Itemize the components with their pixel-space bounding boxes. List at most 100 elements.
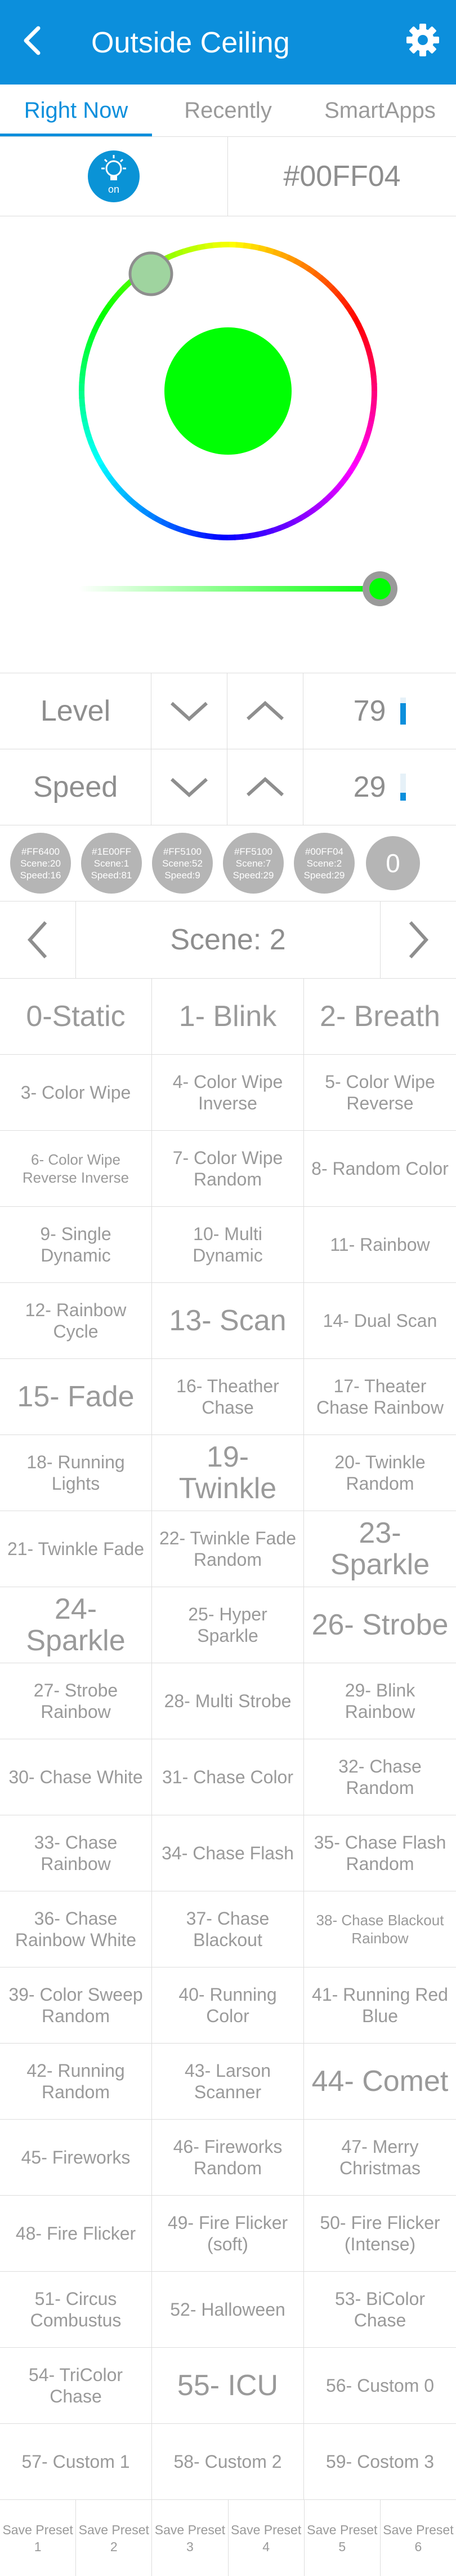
back-button[interactable] [21,24,44,57]
effect-button[interactable]: 8- Random Color [304,1131,456,1207]
effect-button[interactable]: 24- Sparkle [0,1587,152,1663]
effect-button[interactable]: 44- Comet [304,2044,456,2120]
effect-button[interactable]: 13- Scan [152,1283,304,1359]
effect-button[interactable]: 18- Running Lights [0,1435,152,1511]
chevron-up-icon [245,776,285,798]
effect-button[interactable]: 34- Chase Flash [152,1815,304,1891]
effect-button[interactable]: 29- Blink Rainbow [304,1663,456,1739]
effect-button[interactable]: 23- Sparkle [304,1511,456,1587]
effect-button[interactable]: 48- Fire Flicker [0,2196,152,2272]
effect-button[interactable]: 3- Color Wipe [0,1055,152,1131]
saved-scenes-row: #FF6400Scene:20Speed:16 #1E00FFScene:1Sp… [0,825,456,901]
brightness-slider-track[interactable] [79,586,380,592]
scene-selector: Scene: 2 [0,901,456,979]
effect-button[interactable]: 45- Fireworks [0,2120,152,2196]
previous-scene-button[interactable] [0,901,76,978]
save-preset-1-button[interactable]: Save Preset 1 [0,2500,76,2576]
effect-button[interactable]: 21- Twinkle Fade [0,1511,152,1587]
settings-button[interactable] [405,23,440,57]
effect-button[interactable]: 14- Dual Scan [304,1283,456,1359]
effect-button[interactable]: 1- Blink [152,979,304,1055]
app-header: Outside Ceiling [0,0,456,85]
effect-button[interactable]: 27- Strobe Rainbow [0,1663,152,1739]
effect-button[interactable]: 39- Color Sweep Random [0,1967,152,2044]
effect-button[interactable]: 56- Custom 0 [304,2348,456,2424]
effect-button[interactable]: 54- TriColor Chase [0,2348,152,2424]
effect-button[interactable]: 52- Halloween [152,2272,304,2348]
effect-button[interactable]: 49- Fire Flicker (soft) [152,2196,304,2272]
effect-button[interactable]: 32- Chase Random [304,1739,456,1815]
effect-button[interactable]: 42- Running Random [0,2044,152,2120]
tab-smartapps[interactable]: SmartApps [304,85,456,136]
color-preview-swatch [164,327,292,455]
effect-button[interactable]: 36- Chase Rainbow White [0,1891,152,1967]
speed-decrease-button[interactable] [151,749,227,825]
level-row: Level 79 [0,673,456,749]
effect-button[interactable]: 28- Multi Strobe [152,1663,304,1739]
effect-button[interactable]: 11- Rainbow [304,1207,456,1283]
effect-button[interactable]: 30- Chase White [0,1739,152,1815]
saved-scene-chip[interactable]: #FF5100Scene:7Speed:29 [223,833,284,894]
effect-button[interactable]: 55- ICU [152,2348,304,2424]
effect-button[interactable]: 38- Chase Blackout Rainbow [304,1891,456,1967]
effect-button[interactable]: 35- Chase Flash Random [304,1815,456,1891]
speed-increase-button[interactable] [227,749,303,825]
saved-scene-chip[interactable]: #FF5100Scene:52Speed:9 [152,833,213,894]
effect-button[interactable]: 46- Fireworks Random [152,2120,304,2196]
effect-button[interactable]: 6- Color Wipe Reverse Inverse [0,1131,152,1207]
saved-scene-chip[interactable]: #FF6400Scene:20Speed:16 [10,833,71,894]
effect-button[interactable]: 41- Running Red Blue [304,1967,456,2044]
effect-button[interactable]: 22- Twinkle Fade Random [152,1511,304,1587]
save-preset-6-button[interactable]: Save Preset 6 [381,2500,456,2576]
effect-button[interactable]: 9- Single Dynamic [0,1207,152,1283]
speed-number: 29 [354,770,386,804]
chevron-down-icon [169,700,209,722]
tab-right-now[interactable]: Right Now [0,85,152,136]
brightness-slider-handle[interactable] [363,571,397,606]
hue-handle[interactable] [130,253,172,295]
effect-button[interactable]: 57- Custom 1 [0,2424,152,2500]
level-decrease-button[interactable] [151,673,227,749]
effect-button[interactable]: 40- Running Color [152,1967,304,2044]
effect-button[interactable]: 12- Rainbow Cycle [0,1283,152,1359]
scene-count-badge[interactable]: 0 [366,836,420,890]
effect-button[interactable]: 50- Fire Flicker (Intense) [304,2196,456,2272]
effect-button[interactable]: 17- Theater Chase Rainbow [304,1359,456,1435]
effect-button[interactable]: 0-Static [0,979,152,1055]
effect-button[interactable]: 15- Fade [0,1359,152,1435]
color-hex-value[interactable]: #00FF04 [228,137,456,216]
effect-button[interactable]: 10- Multi Dynamic [152,1207,304,1283]
effect-button[interactable]: 58- Custom 2 [152,2424,304,2500]
effect-button[interactable]: 16- Theather Chase [152,1359,304,1435]
effect-button[interactable]: 7- Color Wipe Random [152,1131,304,1207]
effect-button[interactable]: 19- Twinkle [152,1435,304,1511]
effect-button[interactable]: 53- BiColor Chase [304,2272,456,2348]
effect-button[interactable]: 37- Chase Blackout [152,1891,304,1967]
saved-scene-chip[interactable]: #00FF04Scene:2Speed:29 [294,833,355,894]
effect-button[interactable]: 2- Breath [304,979,456,1055]
save-preset-2-button[interactable]: Save Preset 2 [76,2500,152,2576]
chevron-left-icon [26,920,49,960]
saved-scene-chip[interactable]: #1E00FFScene:1Speed:81 [81,833,142,894]
tab-recently[interactable]: Recently [152,85,304,136]
save-preset-5-button[interactable]: Save Preset 5 [305,2500,381,2576]
power-toggle-button[interactable]: on [88,150,140,202]
level-increase-button[interactable] [227,673,303,749]
effect-button[interactable]: 33- Chase Rainbow [0,1815,152,1891]
save-preset-3-button[interactable]: Save Preset 3 [152,2500,228,2576]
effect-button[interactable]: 31- Chase Color [152,1739,304,1815]
effect-button[interactable]: 51- Circus Combustus [0,2272,152,2348]
tab-bar: Right Now Recently SmartApps [0,85,456,137]
effect-button[interactable]: 26- Strobe [304,1587,456,1663]
save-preset-4-button[interactable]: Save Preset 4 [229,2500,305,2576]
effect-button[interactable]: 5- Color Wipe Reverse [304,1055,456,1131]
next-scene-button[interactable] [380,901,456,978]
effect-button[interactable]: 4- Color Wipe Inverse [152,1055,304,1131]
effect-button[interactable]: 59- Costom 3 [304,2424,456,2500]
effect-button[interactable]: 25- Hyper Sparkle [152,1587,304,1663]
effect-button[interactable]: 47- Merry Christmas [304,2120,456,2196]
effect-button[interactable]: 20- Twinkle Random [304,1435,456,1511]
effect-button[interactable]: 43- Larson Scanner [152,2044,304,2120]
color-wheel[interactable] [0,216,456,673]
chevron-right-icon [407,920,430,960]
